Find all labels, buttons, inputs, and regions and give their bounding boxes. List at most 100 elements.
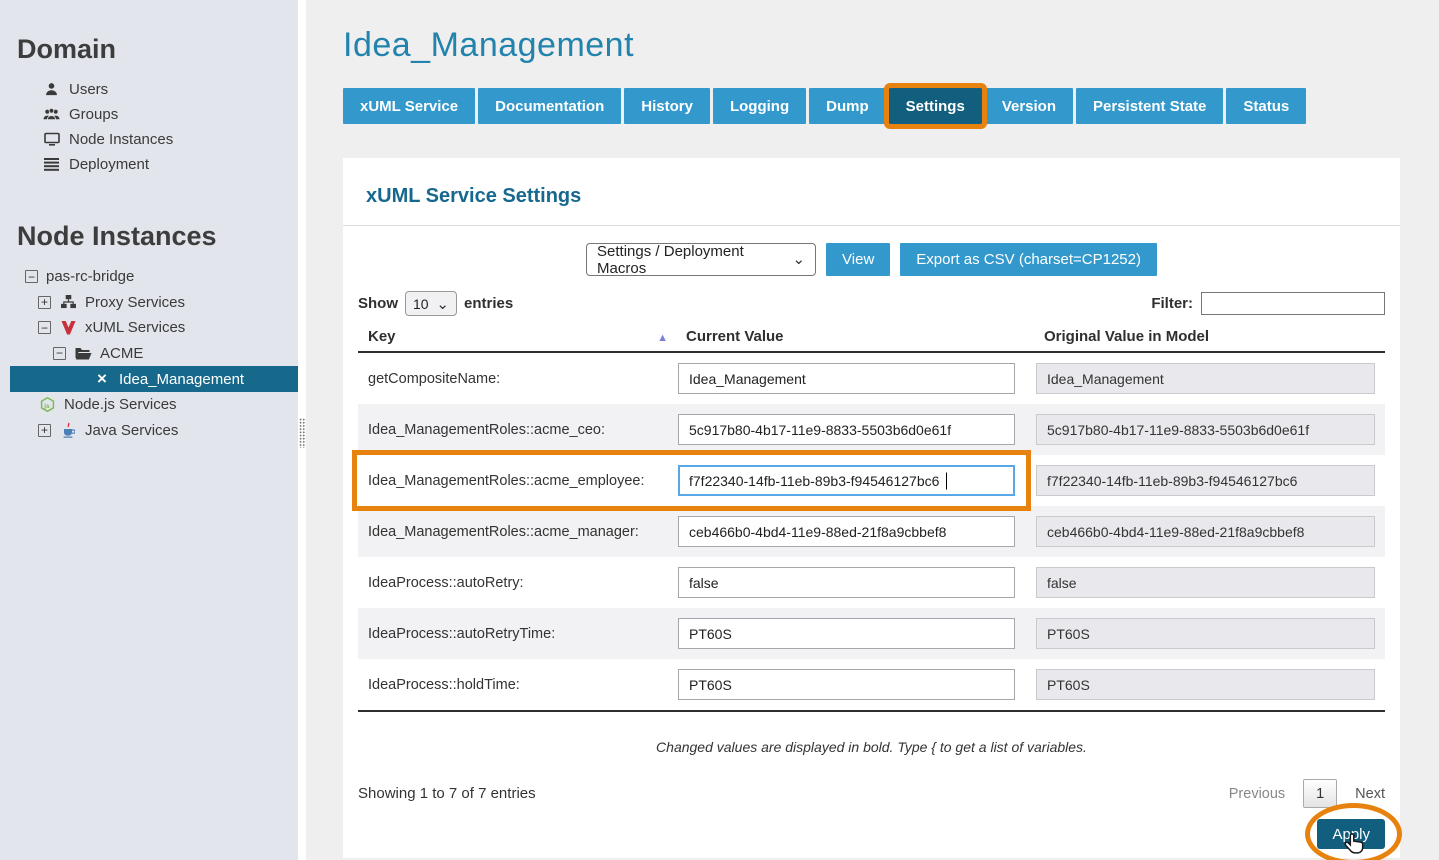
sidebar-item-label: Users	[69, 81, 108, 98]
collapse-icon[interactable]: −	[25, 270, 38, 283]
tab-logging[interactable]: Logging	[713, 88, 806, 124]
original-value-cell	[1036, 414, 1385, 445]
export-csv-button[interactable]: Export as CSV (charset=CP1252)	[900, 243, 1157, 276]
setting-key: Idea_ManagementRoles::acme_manager:	[358, 524, 678, 540]
tree-item-pas-rc-bridge[interactable]: −pas-rc-bridge	[0, 264, 298, 290]
tab-documentation[interactable]: Documentation	[478, 88, 621, 124]
svg-text:js: js	[43, 403, 50, 410]
monitor-icon	[43, 132, 60, 148]
view-button[interactable]: View	[826, 243, 890, 276]
current-value-cell	[678, 414, 1036, 445]
filter-label: Filter:	[1151, 295, 1193, 312]
app-window: Domain Users Groups Node Instances Deployme…	[0, 0, 1439, 860]
sidebar-item-users[interactable]: Users	[0, 77, 298, 102]
setting-key: Idea_ManagementRoles::acme_employee:	[358, 473, 678, 489]
previous-page-button[interactable]: Previous	[1229, 786, 1285, 802]
current-value-cell	[678, 465, 1036, 496]
sidebar-item-label: Node Instances	[69, 131, 173, 148]
tree-item-label: Node.js Services	[64, 396, 177, 413]
next-page-button[interactable]: Next	[1355, 786, 1385, 802]
current-value-input[interactable]	[678, 516, 1015, 547]
sitemap-icon	[59, 294, 77, 310]
table-row: IdeaProcess::autoRetryTime:	[358, 608, 1385, 659]
original-value-input	[1036, 567, 1375, 598]
current-value-input[interactable]	[678, 414, 1015, 445]
folder-open-icon	[74, 345, 92, 361]
original-value-cell	[1036, 363, 1385, 394]
table-footnote: Changed values are displayed in bold. Ty…	[343, 739, 1400, 755]
tab-xuml-service[interactable]: xUML Service	[343, 88, 475, 124]
sidebar-section-domain-title: Domain	[17, 34, 298, 65]
tree-item-acme[interactable]: − ACME	[0, 341, 298, 367]
current-value-input[interactable]	[678, 669, 1015, 700]
xuml-logo-icon	[59, 320, 77, 336]
tree-item-label: pas-rc-bridge	[46, 268, 134, 285]
original-value-input	[1036, 516, 1375, 547]
collapse-icon[interactable]: −	[38, 321, 51, 334]
java-icon	[59, 422, 77, 438]
collapse-icon[interactable]: −	[53, 347, 66, 360]
close-icon: ×	[93, 371, 111, 387]
sidebar-item-label: Deployment	[69, 156, 149, 173]
tree-item-proxy-services[interactable]: +Proxy Services	[0, 290, 298, 316]
current-value-input[interactable]	[678, 363, 1015, 394]
sidebar: Domain Users Groups Node Instances Deployme…	[0, 0, 298, 860]
macro-controls: Settings / Deployment Macros View Export…	[343, 243, 1400, 276]
sidebar-item-groups[interactable]: Groups	[0, 102, 298, 127]
column-header-original-value[interactable]: Original Value in Model	[1036, 328, 1385, 345]
page-length-value: 10	[413, 296, 429, 312]
text-caret	[946, 472, 947, 489]
current-value-cell	[678, 567, 1036, 598]
tab-status[interactable]: Status	[1226, 88, 1306, 124]
original-value-input	[1036, 465, 1375, 496]
tab-settings[interactable]: Settings	[889, 88, 982, 124]
node-instances-tree: −pas-rc-bridge+Proxy Services−xUML Servi…	[0, 264, 298, 443]
tree-item-label: ACME	[100, 345, 143, 362]
splitter-grip-icon[interactable]	[299, 418, 306, 448]
settings-table: Key Current Value Original Value in Mode…	[358, 322, 1385, 712]
setting-key: getCompositeName:	[358, 371, 678, 387]
table-row: Idea_ManagementRoles::acme_manager:	[358, 506, 1385, 557]
user-icon	[43, 82, 60, 98]
filter-input[interactable]	[1201, 292, 1385, 315]
sidebar-item-node-instances[interactable]: Node Instances	[0, 127, 298, 152]
tab-version[interactable]: Version	[985, 88, 1073, 124]
tree-item-idea-management[interactable]: × Idea_Management	[10, 366, 298, 392]
table-row: IdeaProcess::holdTime:	[358, 659, 1385, 710]
domain-menu: Users Groups Node Instances Deployment	[0, 77, 298, 177]
current-value-input[interactable]	[678, 567, 1015, 598]
sidebar-splitter[interactable]	[298, 0, 306, 860]
deployment-icon	[43, 157, 60, 173]
table-row: getCompositeName:	[358, 353, 1385, 404]
current-value-input[interactable]	[678, 465, 1015, 496]
page-length-control: Show 10 entries	[358, 291, 513, 316]
column-header-current-value[interactable]: Current Value	[678, 328, 1036, 345]
table-row: Idea_ManagementRoles::acme_employee:	[358, 455, 1385, 506]
tab-persistent-state[interactable]: Persistent State	[1076, 88, 1223, 124]
expand-icon[interactable]: +	[38, 424, 51, 437]
original-value-cell	[1036, 516, 1385, 547]
tree-item-label: Idea_Management	[119, 371, 244, 388]
apply-button[interactable]: Apply	[1317, 819, 1385, 849]
tree-item-node-js-services[interactable]: js Node.js Services	[0, 392, 298, 418]
table-header: Key Current Value Original Value in Mode…	[358, 322, 1385, 353]
users-icon	[43, 107, 60, 123]
current-value-input[interactable]	[678, 618, 1015, 649]
setting-key: IdeaProcess::autoRetryTime:	[358, 626, 678, 642]
original-value-input	[1036, 363, 1375, 394]
page-number-button[interactable]: 1	[1303, 779, 1337, 808]
column-header-key[interactable]: Key	[358, 328, 678, 345]
current-value-cell	[678, 669, 1036, 700]
page-length-select[interactable]: 10	[405, 291, 457, 316]
panel-divider	[343, 225, 1400, 226]
tab-history[interactable]: History	[624, 88, 710, 124]
macro-mode-select[interactable]: Settings / Deployment Macros	[586, 243, 816, 276]
expand-icon[interactable]: +	[38, 296, 51, 309]
table-row: Idea_ManagementRoles::acme_ceo:	[358, 404, 1385, 455]
tree-item-java-services[interactable]: +Java Services	[0, 418, 298, 444]
tree-item-label: xUML Services	[85, 319, 185, 336]
sidebar-item-deployment[interactable]: Deployment	[0, 152, 298, 177]
tree-item-xuml-services[interactable]: − xUML Services	[0, 315, 298, 341]
tab-dump[interactable]: Dump	[809, 88, 886, 124]
apply-row: Apply	[358, 819, 1385, 849]
